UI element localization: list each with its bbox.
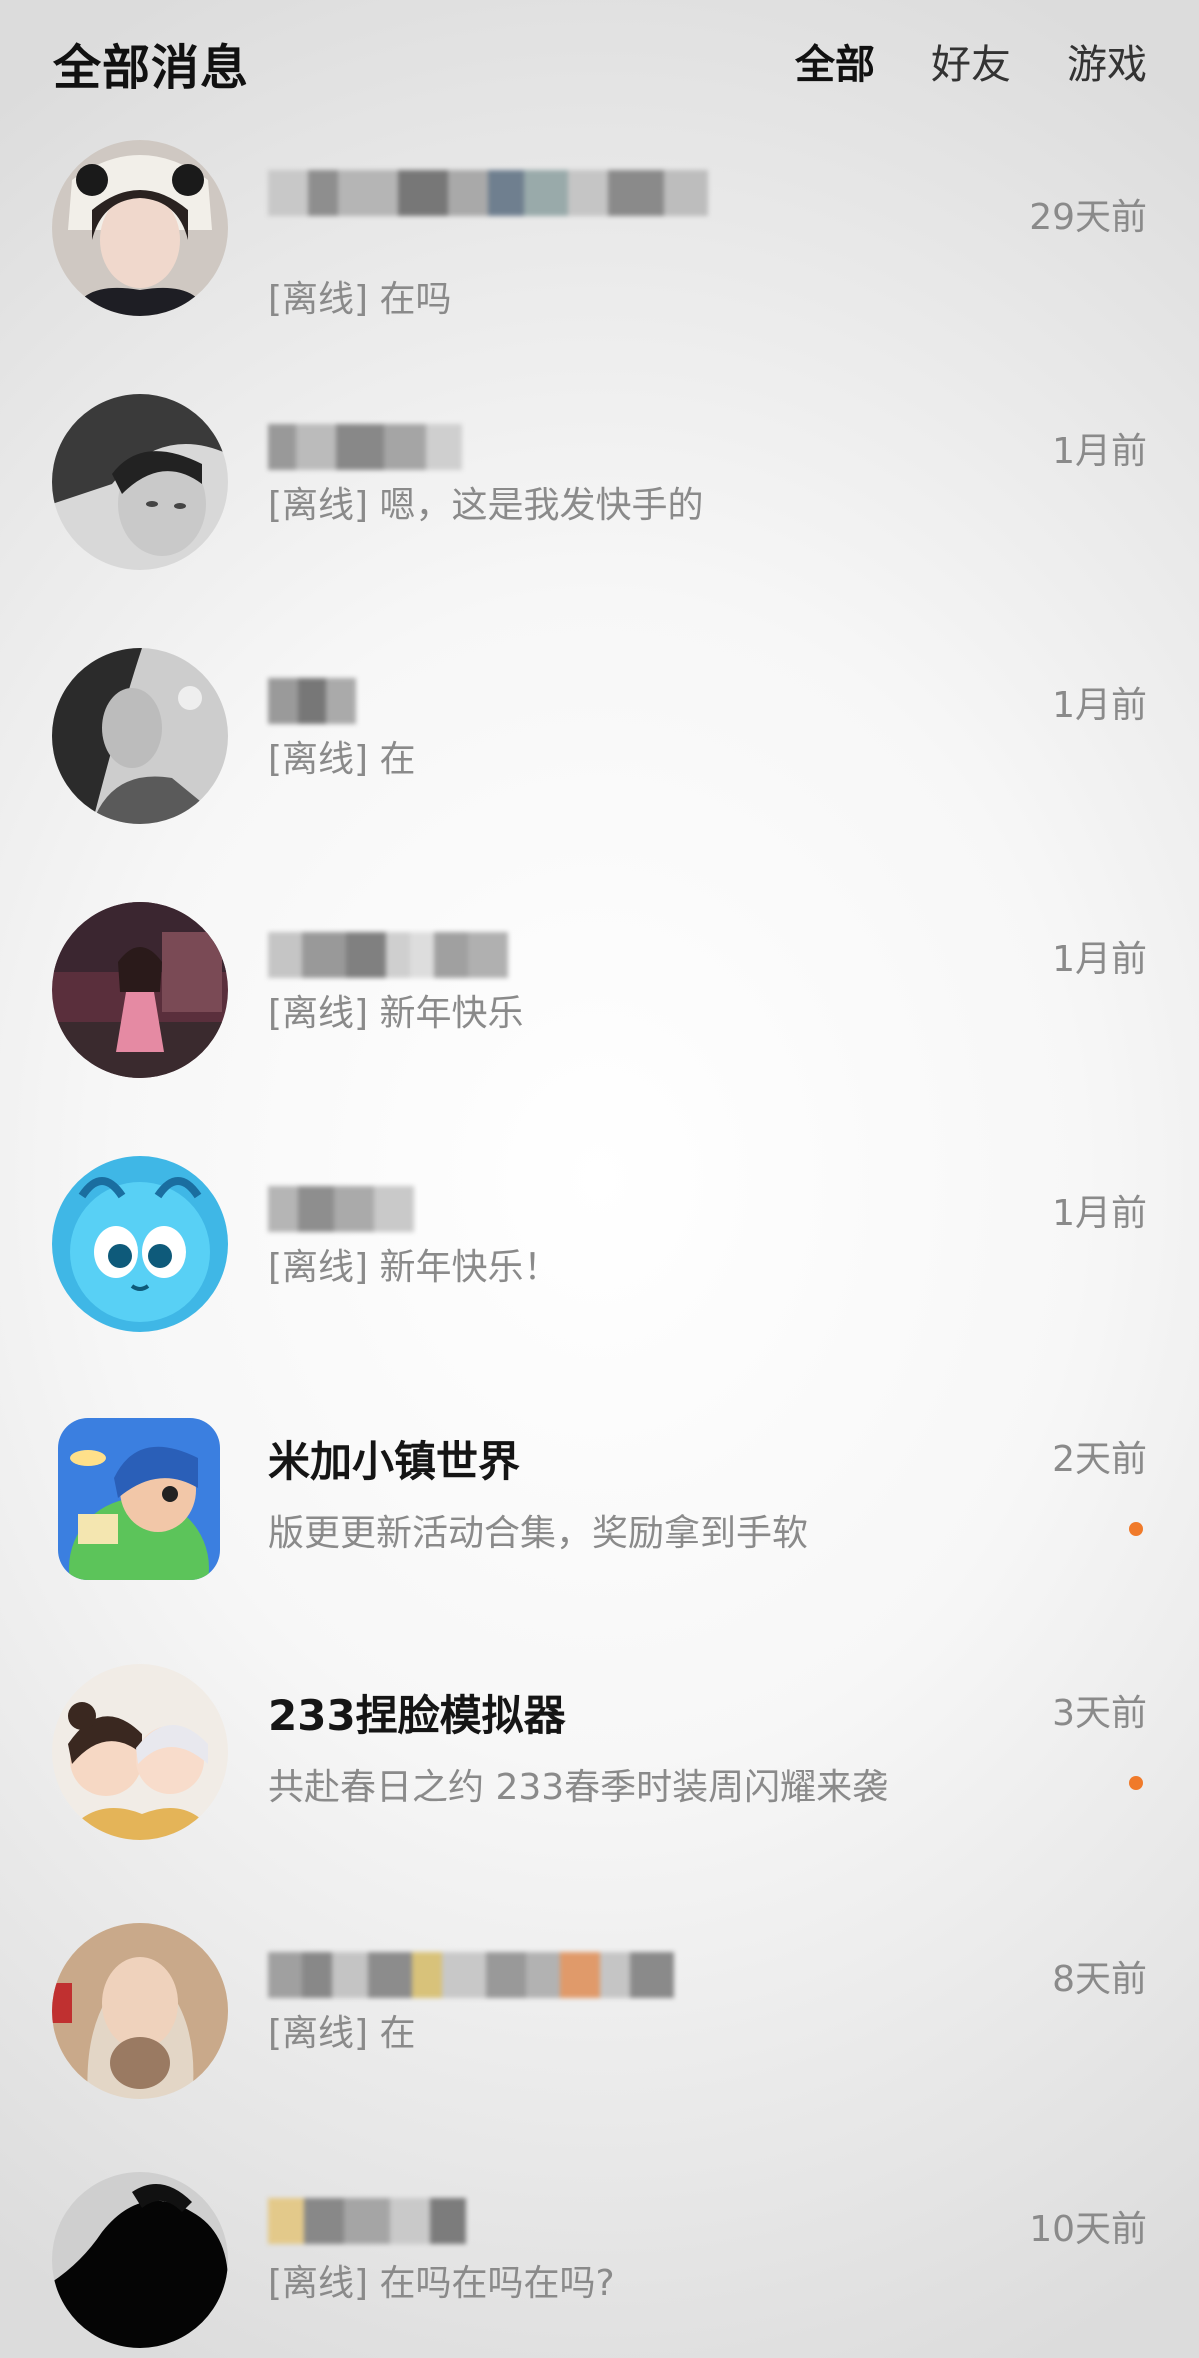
message-preview: [离线] 新年快乐 [268, 993, 524, 1034]
blurred-name [268, 932, 508, 978]
timestamp: 1月前 [1052, 431, 1147, 472]
message-preview: [离线] 新年快乐！ [268, 1247, 560, 1288]
conversation-item[interactable]: [离线] 嗯，这是我发快手的 1月前 [0, 384, 1199, 634]
avatar[interactable] [52, 2172, 228, 2348]
avatar[interactable] [52, 1156, 228, 1332]
timestamp: 1月前 [1052, 685, 1147, 726]
avatar-image [52, 1923, 228, 2099]
filter-tabs: 全部 好友 游戏 [795, 32, 1147, 90]
blurred-name [268, 424, 462, 470]
timestamp: 1月前 [1052, 939, 1147, 980]
avatar[interactable] [58, 1418, 220, 1580]
conversation-item[interactable]: 米加小镇世界 版更更新活动合集，奖励拿到手软 2天前 [0, 1400, 1199, 1650]
avatar[interactable] [52, 902, 228, 1078]
timestamp: 8天前 [1052, 1959, 1147, 2000]
conversation-name: 米加小镇世界 [268, 1437, 521, 1486]
conversation-item[interactable]: [离线] 新年快乐 1月前 [0, 892, 1199, 1142]
tab-games[interactable]: 游戏 [1067, 32, 1147, 90]
avatar[interactable] [52, 1664, 228, 1840]
tab-all[interactable]: 全部 [795, 32, 875, 90]
message-preview: [离线] 在 [268, 739, 416, 780]
timestamp: 10天前 [1029, 2209, 1147, 2250]
message-preview: [离线] 在吗在吗在吗? [268, 2263, 615, 2304]
avatar[interactable] [52, 648, 228, 824]
blurred-name [268, 678, 356, 724]
avatar-image [52, 648, 228, 824]
blurred-name [268, 1186, 414, 1232]
avatar-image [52, 1664, 228, 1840]
app-icon [58, 1418, 220, 1580]
message-preview: 共赴春日之约 233春季时装周闪耀来袭 [268, 1767, 889, 1808]
timestamp: 3天前 [1052, 1693, 1147, 1734]
tab-friends[interactable]: 好友 [931, 32, 1011, 90]
timestamp: 1月前 [1052, 1193, 1147, 1234]
avatar-image [52, 140, 228, 316]
unread-dot [1129, 1776, 1143, 1790]
blurred-name [268, 170, 708, 216]
timestamp: 2天前 [1052, 1439, 1147, 1480]
avatar[interactable] [52, 140, 228, 316]
message-preview: [离线] 嗯，这是我发快手的 [268, 485, 704, 526]
conversation-item[interactable]: [离线] 在吗 29天前 [0, 130, 1199, 380]
blurred-name [268, 2198, 466, 2244]
timestamp: 29天前 [1029, 197, 1147, 238]
conversation-item[interactable]: [离线] 在吗在吗在吗? 10天前 [0, 2162, 1199, 2358]
avatar-image [52, 394, 228, 570]
message-preview: [离线] 在吗 [268, 279, 452, 320]
conversation-item[interactable]: [离线] 在 8天前 [0, 1908, 1199, 2158]
conversation-item[interactable]: [离线] 新年快乐！ 1月前 [0, 1146, 1199, 1396]
message-preview: 版更更新活动合集，奖励拿到手软 [268, 1513, 809, 1554]
avatar-image [52, 902, 228, 1078]
conversation-item[interactable]: [离线] 在 1月前 [0, 638, 1199, 888]
header: 全部消息 全部 好友 游戏 [0, 0, 1199, 130]
blurred-name [268, 1952, 674, 1998]
message-preview: [离线] 在 [268, 2013, 416, 2054]
avatar[interactable] [52, 1923, 228, 2099]
page-title: 全部消息 [53, 40, 250, 96]
unread-dot [1129, 1522, 1143, 1536]
avatar[interactable] [52, 394, 228, 570]
avatar-image [52, 2172, 228, 2348]
avatar-image [52, 1156, 228, 1332]
conversation-item[interactable]: 233捏脸模拟器 共赴春日之约 233春季时装周闪耀来袭 3天前 [0, 1654, 1199, 1904]
conversation-name: 233捏脸模拟器 [268, 1691, 566, 1740]
